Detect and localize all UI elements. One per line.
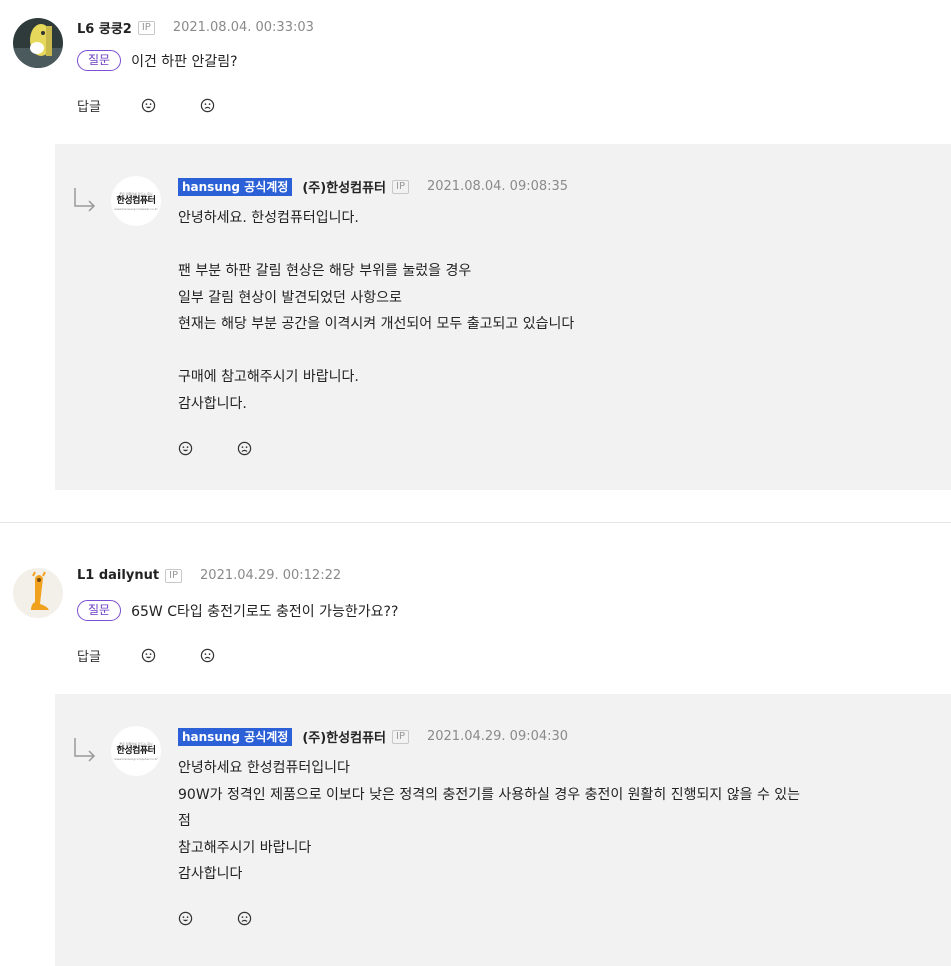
question-text: 65W C타입 충전기로도 충전이 가능한가요?? [131,603,399,620]
comment-date: 2021.08.04. 00:33:03 [172,20,314,35]
official-account-badge: hansung 공식계정 [178,727,293,746]
ip-badge: IP [137,20,155,35]
question-badge: 질문 [77,50,122,71]
official-account-badge: hansung 공식계정 [178,177,293,196]
smile-icon[interactable] [178,911,193,926]
user-name[interactable]: L1 dailynut [77,568,159,583]
question-text: 이건 하판 안갈림? [131,53,238,70]
question-badge: 질문 [77,600,122,621]
avatar-url: www.hansungcomputer.co.kr [114,206,158,211]
smile-icon[interactable] [141,648,156,663]
ip-badge: IP [165,568,183,583]
frown-icon[interactable] [237,441,252,456]
reply-arrow-icon [74,738,96,762]
answer-text: 안녕하세요. 한성컴퓨터입니다. 팬 부분 하판 갈림 현상은 해당 부위를 눌… [178,210,575,412]
avatar-url: www.hansungcomputer.co.kr [114,756,158,761]
smile-icon[interactable] [178,441,193,456]
reply-button[interactable]: 답글 [77,96,101,115]
official-answer: 좋은 컴퓨터를 만드는 회사 한성컴퓨터 www.hansungcomputer… [55,694,951,966]
reply-button[interactable]: 답글 [77,646,101,665]
corp-name[interactable]: (주)한성컴퓨터 [302,727,386,746]
divider [0,522,951,523]
corp-name[interactable]: (주)한성컴퓨터 [302,177,386,196]
answer-text: 안녕하세요 한성컴퓨터입니다 90W가 정격인 제품으로 이보다 낮은 정격의 … [178,760,801,882]
frown-icon[interactable] [200,648,215,663]
user-name[interactable]: L6 쿵쿵2 [77,18,132,37]
reply-arrow-icon [74,188,96,212]
corp-avatar[interactable]: 좋은 컴퓨터를 만드는 회사 한성컴퓨터 www.hansungcomputer… [111,176,161,226]
answer-date: 2021.04.29. 09:04:30 [426,729,569,744]
official-answer: 좋은 컴퓨터를 만드는 회사 한성컴퓨터 www.hansungcomputer… [55,144,951,490]
answer-date: 2021.08.04. 09:08:35 [426,179,569,194]
corp-logo-text: 한성컴퓨터 [116,195,156,206]
smile-icon[interactable] [141,98,156,113]
avatar[interactable] [13,568,63,618]
frown-icon[interactable] [237,911,252,926]
comment-date: 2021.04.29. 00:12:22 [200,568,342,583]
ip-badge: IP [392,179,409,194]
corp-logo-text: 한성컴퓨터 [116,745,156,756]
corp-avatar[interactable]: 좋은 컴퓨터를 만드는 회사 한성컴퓨터 www.hansungcomputer… [111,726,161,776]
avatar[interactable] [13,18,63,68]
frown-icon[interactable] [200,98,215,113]
ip-badge: IP [392,729,409,744]
